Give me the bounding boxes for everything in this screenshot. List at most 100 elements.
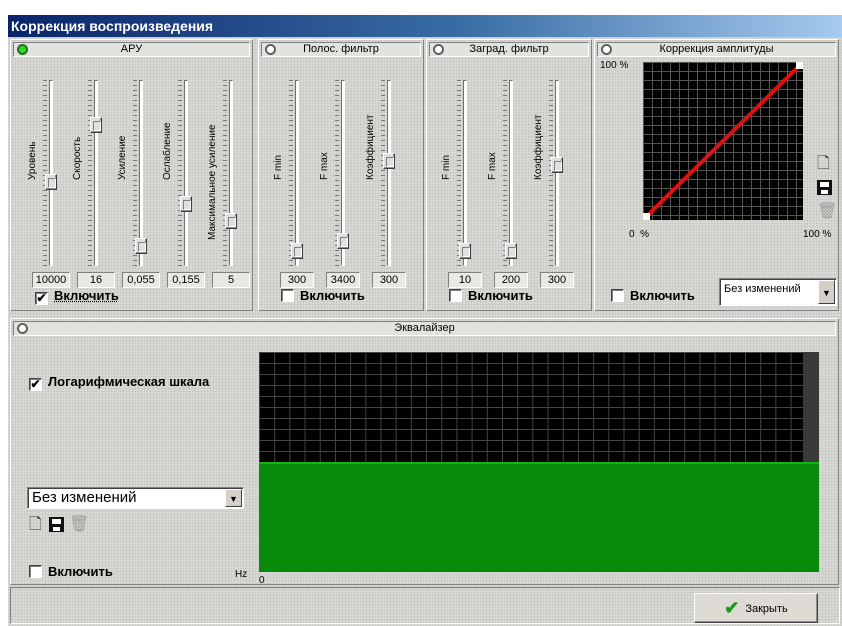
slider-track[interactable] xyxy=(555,80,559,266)
chevron-down-icon[interactable]: ▼ xyxy=(818,280,835,304)
close-button-label: Закрыть xyxy=(745,603,788,615)
delete-icon[interactable]: 🗑 xyxy=(69,517,89,533)
save-glyph xyxy=(817,180,832,195)
slider-label: F max xyxy=(319,152,330,180)
checkbox-icon xyxy=(281,289,294,302)
bandpass-enable-checkbox[interactable]: Включить xyxy=(281,288,365,303)
slider-label: Скорость xyxy=(72,136,83,180)
new-icon[interactable]: 🗋 xyxy=(29,517,42,533)
slider-value: 300 xyxy=(372,272,406,288)
agc-enable-label: Включить xyxy=(54,288,119,303)
equalizer-header: Эквалайзер xyxy=(13,321,836,336)
slider-thumb[interactable] xyxy=(505,243,517,260)
bandpass-title: Полос. фильтр xyxy=(303,43,379,55)
save-icon[interactable] xyxy=(49,517,64,536)
equalizer-status-led-icon xyxy=(17,323,28,334)
agc-panel: АРУ Уровень 10000 Скорость 16 Усиление 0,055 О… xyxy=(10,39,253,311)
amplitude-header: Коррекция амплитуды xyxy=(597,42,836,57)
agc-title: АРУ xyxy=(120,43,143,55)
equalizer-level-fill xyxy=(259,462,819,572)
slider-track[interactable] xyxy=(94,80,98,266)
equalizer-preset-value: Без изменений xyxy=(32,489,137,506)
slider-thumb[interactable] xyxy=(225,212,237,229)
equalizer-graph[interactable] xyxy=(259,352,819,572)
slider-value: 5 xyxy=(212,272,250,288)
slider-value: 300 xyxy=(280,272,314,288)
slider-label: F max xyxy=(487,152,498,180)
notch-status-led-icon xyxy=(433,44,444,55)
slider-thumb[interactable] xyxy=(90,117,102,134)
new-icon[interactable]: 🗋 xyxy=(817,156,830,172)
equalizer-title: Эквалайзер xyxy=(394,322,455,334)
agc-enable-checkbox[interactable]: ✔ Включить xyxy=(35,288,119,305)
slider-label: Коэффициент xyxy=(365,114,376,180)
playback-correction-window: Коррекция воспроизведения АРУ Уровень 100… xyxy=(8,15,842,626)
slider-track[interactable] xyxy=(463,80,467,266)
slider-thumb[interactable] xyxy=(135,238,147,255)
slider-thumb[interactable] xyxy=(180,195,192,212)
slider-ticks xyxy=(457,80,461,266)
agc-header: АРУ xyxy=(13,42,250,57)
slider-thumb[interactable] xyxy=(551,156,563,173)
slider-track[interactable] xyxy=(387,80,391,266)
amplitude-preset-value: Без изменений xyxy=(724,283,801,295)
slider-label: Максимальное усиление xyxy=(207,124,218,240)
curve-end-handle[interactable] xyxy=(796,62,803,69)
bandpass-enable-label: Включить xyxy=(300,288,365,303)
bandpass-header: Полос. фильтр xyxy=(261,42,421,57)
amplitude-status-led-icon xyxy=(601,44,612,55)
curve-start-handle[interactable] xyxy=(643,213,650,220)
slider-thumb[interactable] xyxy=(337,233,349,249)
slider-label: Коэффициент xyxy=(533,114,544,180)
slider-ticks xyxy=(549,80,553,266)
checkbox-icon xyxy=(29,565,42,578)
slider-label: Усиление xyxy=(117,135,128,180)
chevron-down-icon[interactable]: ▼ xyxy=(225,489,242,507)
notch-header: Заград. фильтр xyxy=(429,42,589,57)
slider-value: 200 xyxy=(494,272,528,288)
amplitude-preset-select[interactable]: Без изменений ▼ xyxy=(719,278,837,306)
slider-thumb[interactable] xyxy=(459,243,471,260)
equalizer-preset-select[interactable]: Без изменений ▼ xyxy=(27,487,244,509)
slider-track[interactable] xyxy=(229,80,233,266)
amplitude-enable-label: Включить xyxy=(630,288,695,303)
amplitude-curve-line xyxy=(643,62,803,220)
slider-thumb[interactable] xyxy=(45,173,57,190)
save-icon[interactable] xyxy=(817,180,832,199)
slider-value: 0,155 xyxy=(167,272,205,288)
checkbox-icon: ✔ xyxy=(35,291,48,305)
equalizer-enable-label: Включить xyxy=(48,564,113,579)
notch-panel: Заград. фильтр F min 10 F max 200 Коэффициен… xyxy=(426,39,592,311)
slider-track[interactable] xyxy=(184,80,188,266)
notch-enable-label: Включить xyxy=(468,288,533,303)
save-glyph xyxy=(49,517,64,532)
checkbox-icon xyxy=(449,289,462,302)
slider-ticks xyxy=(381,80,385,266)
slider-thumb[interactable] xyxy=(291,243,303,260)
close-button[interactable]: ✔ Закрыть xyxy=(694,593,818,623)
slider-ticks xyxy=(223,80,227,266)
equalizer-enable-checkbox[interactable]: Включить xyxy=(29,564,113,579)
amplitude-axis-left: 0 % xyxy=(629,229,650,240)
equalizer-scroll-strip xyxy=(803,352,819,462)
checkmark-icon: ✔ xyxy=(724,598,740,618)
amplitude-enable-checkbox[interactable]: Включить xyxy=(611,288,695,303)
log-scale-checkbox[interactable]: ✔ Логарифмическая шкала xyxy=(29,374,209,391)
slider-label: Уровень xyxy=(27,141,38,180)
amplitude-curve-graph[interactable] xyxy=(643,62,803,220)
window-title: Коррекция воспроизведения xyxy=(8,15,842,37)
slider-track[interactable] xyxy=(295,80,299,266)
amplitude-axis-top: 100 % xyxy=(600,60,629,71)
amplitude-curve-svg xyxy=(643,62,803,220)
slider-thumb[interactable] xyxy=(383,153,395,170)
slider-label: F min xyxy=(441,155,452,180)
delete-icon[interactable]: 🗑 xyxy=(817,204,837,220)
log-scale-label: Логарифмическая шкала xyxy=(48,374,210,389)
slider-label: F min xyxy=(273,155,284,180)
slider-value: 0,055 xyxy=(122,272,160,288)
notch-enable-checkbox[interactable]: Включить xyxy=(449,288,533,303)
slider-track[interactable] xyxy=(509,80,513,266)
slider-ticks xyxy=(88,80,92,266)
slider-value: 3400 xyxy=(326,272,360,288)
slider-value: 16 xyxy=(77,272,115,288)
